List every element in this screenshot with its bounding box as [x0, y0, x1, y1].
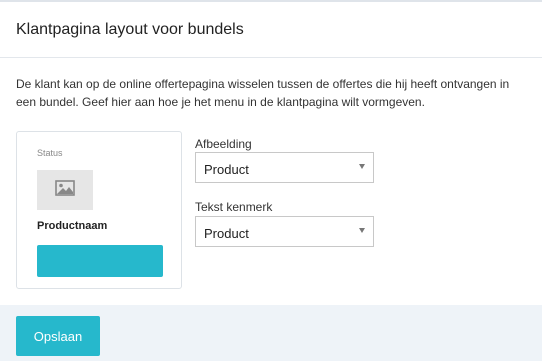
preview-product-name: Productnaam	[37, 220, 108, 232]
preview-image-placeholder	[37, 170, 93, 210]
menu-preview-card: Status Productnaam	[16, 131, 182, 289]
tekst-kenmerk-select[interactable]: Product	[195, 216, 374, 247]
afbeelding-select[interactable]: Product	[195, 152, 374, 183]
panel-header: Klantpagina layout voor bundels	[0, 2, 542, 58]
afbeelding-select-value: Product	[204, 162, 249, 177]
tekst-kenmerk-label: Tekst kenmerk	[195, 200, 273, 214]
save-button[interactable]: Opslaan	[16, 316, 100, 356]
afbeelding-label: Afbeelding	[195, 137, 252, 151]
panel-description: De klant kan op de online offertepagina …	[16, 77, 510, 109]
chevron-down-icon	[359, 228, 365, 233]
chevron-down-icon	[359, 164, 365, 169]
preview-status-label: Status	[37, 148, 63, 158]
panel-title: Klantpagina layout voor bundels	[16, 21, 244, 38]
preview-button	[37, 245, 163, 277]
tekst-kenmerk-select-value: Product	[204, 226, 249, 241]
image-icon	[55, 179, 75, 201]
settings-panel: Klantpagina layout voor bundels De klant…	[0, 0, 542, 305]
